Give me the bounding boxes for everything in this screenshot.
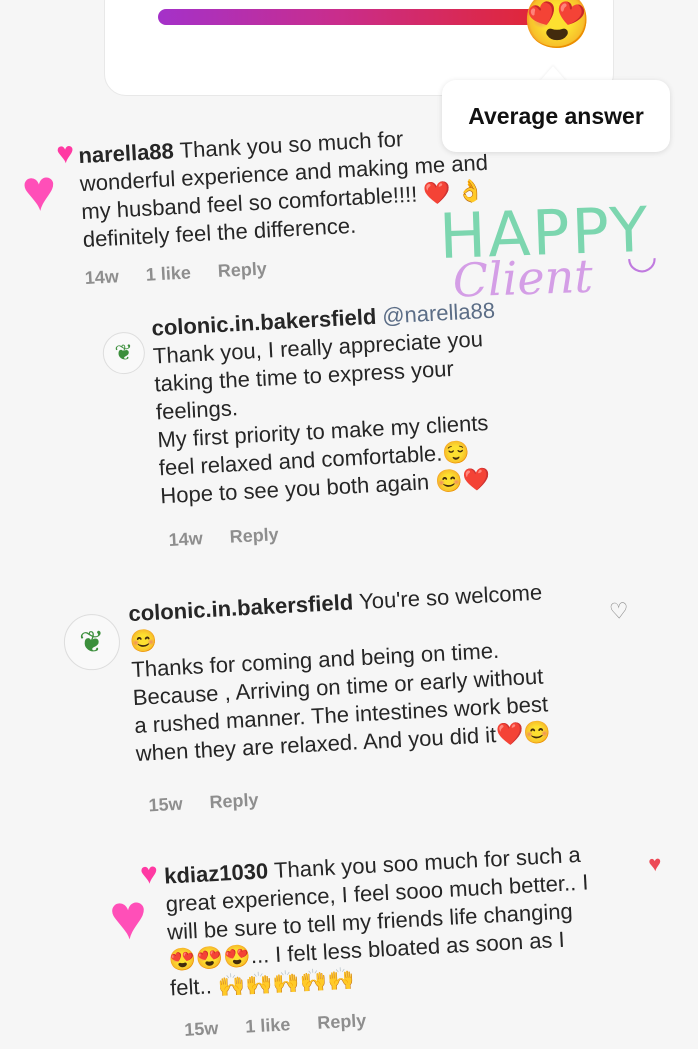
avatar[interactable]: ♥ <box>13 165 66 218</box>
timestamp: 15w <box>148 793 184 816</box>
reply-button[interactable]: Reply <box>229 524 279 547</box>
comment-meta: 14w Reply <box>168 523 301 551</box>
comment-text: kdiaz1030 Thank you soo much for such a g… <box>164 838 641 1002</box>
timestamp: 14w <box>84 266 120 288</box>
like-heart-filled-icon[interactable]: ♥ <box>648 851 662 878</box>
timestamp: 14w <box>168 528 204 550</box>
comments-screenshot: ♥ ♥ narella88 Thank you so much for wonde… <box>0 0 698 1042</box>
pink-heart-badge-icon: ♥ <box>139 857 159 891</box>
comment-line: You're so welcome <box>358 579 543 615</box>
happy-client-sticker: HAPPY ◡ Client <box>438 192 672 320</box>
pink-heart-avatar-icon: ♥ <box>107 887 150 947</box>
comment-line: 😊 <box>129 627 158 655</box>
likes-count[interactable]: 1 like <box>145 262 191 284</box>
leaf-logo-icon: ❦ <box>113 339 134 366</box>
reply-button[interactable]: Reply <box>217 258 267 281</box>
avatar[interactable]: ♥ <box>99 887 158 946</box>
username[interactable]: narella88 <box>78 138 175 168</box>
comment-line: feelings. <box>155 395 239 425</box>
username[interactable]: colonic.in.bakersfield <box>128 589 354 626</box>
avatar[interactable]: ❦ <box>62 612 122 672</box>
reply-button[interactable]: Reply <box>317 1010 367 1033</box>
likes-count[interactable]: 1 like <box>245 1014 291 1036</box>
username[interactable]: kdiaz1030 <box>164 858 269 888</box>
comment-text: colonic.in.bakersfield @narella88 Thank y… <box>151 292 591 510</box>
comment-meta: 15w 1 like Reply <box>184 1009 389 1041</box>
comment-meta: 14w 1 like Reply <box>84 257 289 289</box>
smiley-face-icon: ◡ <box>625 234 659 277</box>
sticker-client-text: Client <box>451 248 594 308</box>
comment-meta: 15w Reply <box>148 789 281 817</box>
leaf-logo-icon: ❦ <box>78 625 106 660</box>
reply-button[interactable]: Reply <box>209 790 259 813</box>
pink-heart-badge-icon: ♥ <box>55 136 75 171</box>
like-heart-outline-icon[interactable]: ♡ <box>608 598 629 625</box>
pink-heart-avatar-icon: ♥ <box>20 165 59 218</box>
avatar[interactable]: ❦ <box>101 331 146 376</box>
comment-text: colonic.in.bakersfield You're so welcome … <box>128 576 606 768</box>
timestamp: 15w <box>183 1018 219 1040</box>
